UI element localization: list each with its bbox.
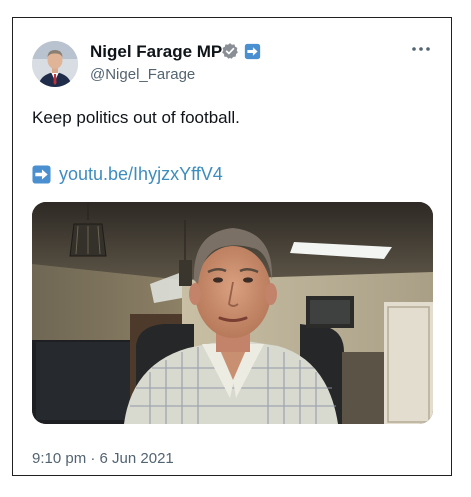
video-frame-image: [32, 202, 433, 424]
handle[interactable]: @Nigel_Farage: [90, 66, 195, 83]
tweet-card: Nigel Farage MP @Nigel_Farage Keep polit…: [12, 17, 452, 476]
arrow-right-flag-icon: [244, 43, 261, 60]
more-options-icon[interactable]: [409, 42, 433, 56]
arrow-right-box-icon: [32, 164, 51, 184]
timestamp[interactable]: 9:10 pm · 6 Jun 2021: [32, 450, 174, 467]
youtube-link[interactable]: youtu.be/IhyjzxYffV4: [59, 164, 223, 185]
video-thumbnail[interactable]: [32, 202, 433, 424]
tweet-text: Keep politics out of football.: [32, 108, 240, 127]
display-name[interactable]: Nigel Farage MP: [90, 42, 222, 62]
avatar[interactable]: [32, 41, 78, 87]
verified-badge-icon: [222, 43, 238, 59]
profile-photo-icon: [32, 41, 78, 87]
link-row[interactable]: youtu.be/IhyjzxYffV4: [32, 162, 223, 186]
